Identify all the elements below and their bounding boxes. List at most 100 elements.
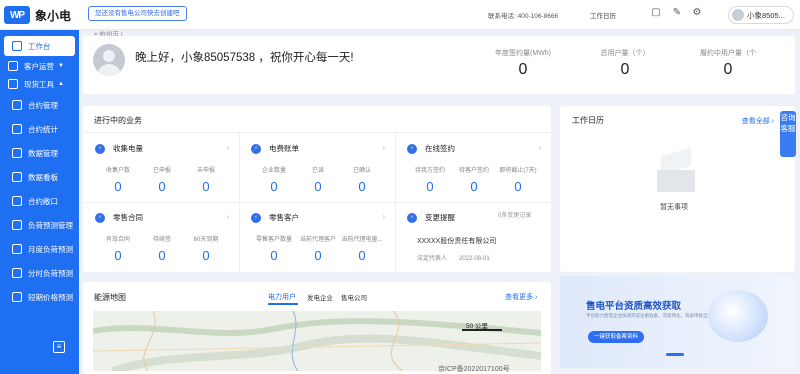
sidebar-item-label: 月度负荷预测 <box>28 244 73 254</box>
metric-label: 企业数量 <box>261 168 286 174</box>
metric: 待我方签约 0 <box>408 165 452 194</box>
metric-value[interactable]: 0 <box>252 179 296 194</box>
card-header: ⚡ 零售客户 <box>251 212 299 223</box>
metric-label: 当前代理客户 <box>299 237 336 243</box>
metric-value[interactable]: 0 <box>252 248 296 263</box>
carousel-indicator[interactable] <box>666 353 684 356</box>
chevron-right-icon[interactable]: › <box>226 143 229 152</box>
avatar <box>732 9 744 21</box>
metric-label: 零售客户数量 <box>255 237 292 243</box>
chevron-right-icon[interactable]: › <box>538 143 541 152</box>
stat-value: 0 <box>620 61 630 78</box>
sidebar-item-timeshare-forecast[interactable]: 分时负荷预测 <box>0 263 79 283</box>
metric-label: 已申报 <box>152 168 171 174</box>
metric-value[interactable]: 0 <box>296 179 340 194</box>
divider <box>83 202 551 203</box>
tab-retail-companies[interactable]: 售电公司 <box>341 292 367 302</box>
metric-value[interactable]: 0 <box>408 179 452 194</box>
change-count[interactable]: 0条变更记录 <box>498 210 531 219</box>
sidebar-item-label: 数据管理 <box>28 148 58 158</box>
user-menu[interactable]: 小象8505... <box>728 6 794 24</box>
metric-label: 待续签 <box>152 237 171 243</box>
edit-icon[interactable]: ✎ <box>671 7 683 19</box>
metric: 企业数量 0 <box>252 165 296 194</box>
sidebar-item-monthly-forecast[interactable]: 月度负荷预测 <box>0 239 79 259</box>
sidebar-item-label: 现货工具 <box>24 79 54 89</box>
exposure-icon <box>12 196 22 206</box>
customer-service-button[interactable]: 咨询客服 <box>780 111 796 157</box>
sidebar-item-customer-ops[interactable]: 客户运营 ▼ <box>0 56 79 76</box>
dashboard-icon <box>12 172 22 182</box>
stat-label: 年度签约量(MWh) <box>495 50 551 57</box>
brand-logo[interactable]: WP 象小电 <box>4 4 76 26</box>
metric-value[interactable]: 0 <box>340 248 384 263</box>
metric: 已确认 0 <box>340 165 384 194</box>
collapse-menu-icon[interactable]: ≡ <box>53 341 65 353</box>
message-icon[interactable]: ▢ <box>650 7 662 19</box>
metric-label: 收集户数 <box>105 168 130 174</box>
metric-value[interactable]: 0 <box>496 179 540 194</box>
empty-state-text: 暂无事项 <box>660 204 688 211</box>
bolt-icon: ⚡ <box>251 143 261 154</box>
chevron-up-icon: ▲ <box>58 81 64 87</box>
metric-label: 60天到期 <box>193 237 219 243</box>
greeting: 晚上好，小象85057538 ，祝你开心每一天! <box>135 52 354 64</box>
sidebar-item-data-mgmt[interactable]: 数据管理 <box>0 143 79 163</box>
work-calendar-link[interactable]: 工作日历 <box>590 10 616 20</box>
bolt-icon: ⚡ <box>95 212 105 223</box>
icp-footer[interactable]: 京ICP备2022017100号 <box>438 364 510 374</box>
metric: 60天到期 0 <box>184 234 228 263</box>
sidebar-item-load-forecast-mgmt[interactable]: 负荷预测管理 <box>0 215 79 235</box>
card-retail-contract[interactable]: ⚡ 零售合同 › 有效合同 0 待续签 0 60天到期 0 <box>83 208 239 264</box>
sidebar-item-data-board[interactable]: 数据看板 <box>0 167 79 187</box>
tab-power-plants[interactable]: 发电企业 <box>307 292 333 302</box>
chevron-right-icon[interactable]: › <box>382 143 385 152</box>
settings-icon[interactable]: ⚙ <box>691 7 703 19</box>
legal-label: 法定代表人 <box>417 256 448 262</box>
sidebar-item-spot-tools[interactable]: 现货工具 ▲ <box>0 74 79 94</box>
card-electricity-bill[interactable]: ⚡ 电费账单 › 企业数量 0 已读 0 已确认 0 <box>239 139 395 195</box>
stat-value: 0 <box>518 61 528 78</box>
metric-value[interactable]: 0 <box>96 248 140 263</box>
map-scale-bar <box>462 329 502 331</box>
empty-box-icon <box>655 147 699 196</box>
tab-power-users[interactable]: 电力用户 <box>268 292 296 302</box>
promo-subtitle: 平台助力售电企业快速完成注册准备，流程简化，资质审核全程跟进 <box>586 313 721 318</box>
create-company-button[interactable]: 您还没有售电公司快去创建吧 <box>88 6 187 21</box>
chevron-right-icon[interactable]: › <box>382 212 385 221</box>
stats-icon <box>12 124 22 134</box>
card-title: 零售客户 <box>269 213 299 222</box>
view-all-link[interactable]: 查看全部 › <box>742 116 774 126</box>
sidebar-item-workbench[interactable]: 工作台 <box>4 36 75 56</box>
metric-value[interactable]: 0 <box>296 248 340 263</box>
sidebar-item-contract-mgmt[interactable]: 合约管理 <box>0 95 79 115</box>
metric-value[interactable]: 0 <box>184 179 228 194</box>
metric-value[interactable]: 0 <box>140 179 184 194</box>
metric: 已申报 0 <box>140 165 184 194</box>
tool-icon <box>8 79 18 89</box>
card-online-signing[interactable]: ⚡ 在线签约 › 待我方签约 0 待客户签约 0 即将截止(7天) 0 <box>395 139 551 195</box>
metric-value[interactable]: 0 <box>96 179 140 194</box>
metric-value[interactable]: 0 <box>340 179 384 194</box>
metric-value[interactable]: 0 <box>184 248 228 263</box>
legal-date: 2022-08-01 <box>459 256 490 262</box>
database-icon <box>12 148 22 158</box>
bolt-icon: ⚡ <box>251 212 261 223</box>
metric-label: 当前代理电量... <box>341 237 383 243</box>
contact-phone: 联系电话: 400-106-8666 <box>488 13 559 20</box>
chevron-right-icon[interactable]: › <box>226 212 229 221</box>
sidebar-item-contract-stats[interactable]: 合约统计 <box>0 119 79 139</box>
card-retail-customer[interactable]: ⚡ 零售客户 › 零售客户数量 0 当前代理客户 0 当前代理电量... 0 <box>239 208 395 264</box>
promo-title: 售电平台资质高效获取 <box>586 301 682 312</box>
metric-value[interactable]: 0 <box>140 248 184 263</box>
company-name: XXXXX股份责任有限公司 <box>417 238 497 245</box>
get-filing-button[interactable]: 一键获取备案资料 <box>588 331 644 343</box>
sidebar-item-price-forecast[interactable]: 短期价格预测 <box>0 287 79 307</box>
forecast-icon <box>12 244 22 254</box>
card-collect-power[interactable]: ⚡ 收集电量 › 收集户数 0 已申报 0 未申报 0 <box>83 139 239 195</box>
bolt-icon: ⚡ <box>407 143 417 154</box>
metric-value[interactable]: 0 <box>452 179 496 194</box>
sidebar-item-contract-exposure[interactable]: 合约敞口 <box>0 191 79 211</box>
stat-value: 0 <box>723 61 733 78</box>
view-more-link[interactable]: 查看更多 › <box>505 292 537 302</box>
